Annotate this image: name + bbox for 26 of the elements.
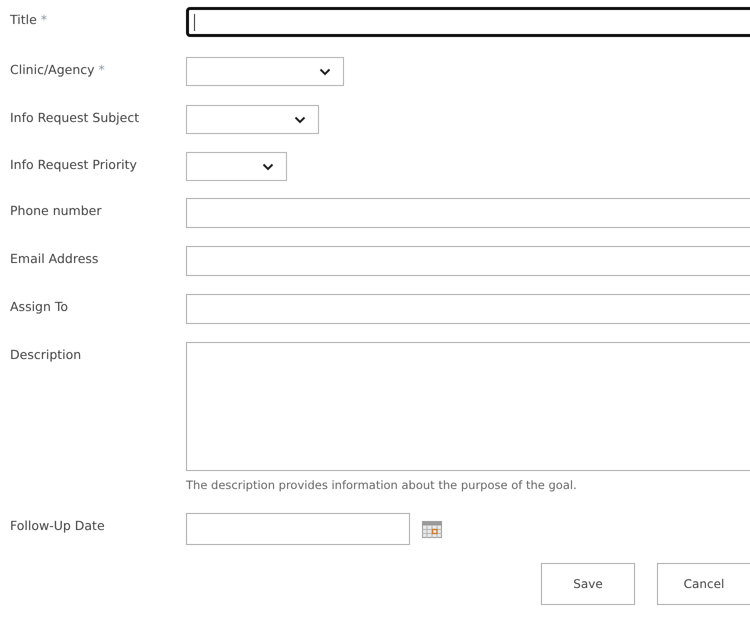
chevron-down-icon bbox=[319, 68, 331, 76]
text-field[interactable] bbox=[186, 246, 750, 276]
calendar-icon[interactable] bbox=[422, 520, 442, 538]
text-field[interactable] bbox=[186, 294, 750, 324]
field-hint: The description provides information about the purpose of the goal. bbox=[186, 478, 578, 492]
dropdown[interactable] bbox=[186, 152, 287, 181]
field-label: Info Request Priority bbox=[10, 157, 137, 172]
field-label: Assign To bbox=[10, 299, 68, 314]
field-label: Clinic/Agency bbox=[10, 62, 95, 77]
chevron-down-icon bbox=[294, 116, 306, 124]
action-button[interactable]: Save bbox=[541, 563, 635, 605]
action-button[interactable]: Cancel bbox=[657, 563, 750, 605]
field-label: Phone number bbox=[10, 203, 102, 218]
dropdown[interactable] bbox=[186, 57, 344, 86]
dropdown[interactable] bbox=[186, 105, 319, 134]
field-label: Email Address bbox=[10, 251, 98, 266]
field-label: Title bbox=[10, 12, 37, 27]
text-field[interactable] bbox=[186, 7, 750, 37]
field-label: Info Request Subject bbox=[10, 110, 140, 125]
chevron-down-icon bbox=[262, 162, 274, 170]
required-mark: * bbox=[98, 62, 105, 77]
required-mark: * bbox=[40, 12, 48, 27]
text-field[interactable] bbox=[186, 198, 750, 228]
field-label: Description bbox=[10, 347, 82, 362]
field-label: Follow-Up Date bbox=[10, 518, 105, 533]
date-field[interactable] bbox=[186, 513, 410, 545]
